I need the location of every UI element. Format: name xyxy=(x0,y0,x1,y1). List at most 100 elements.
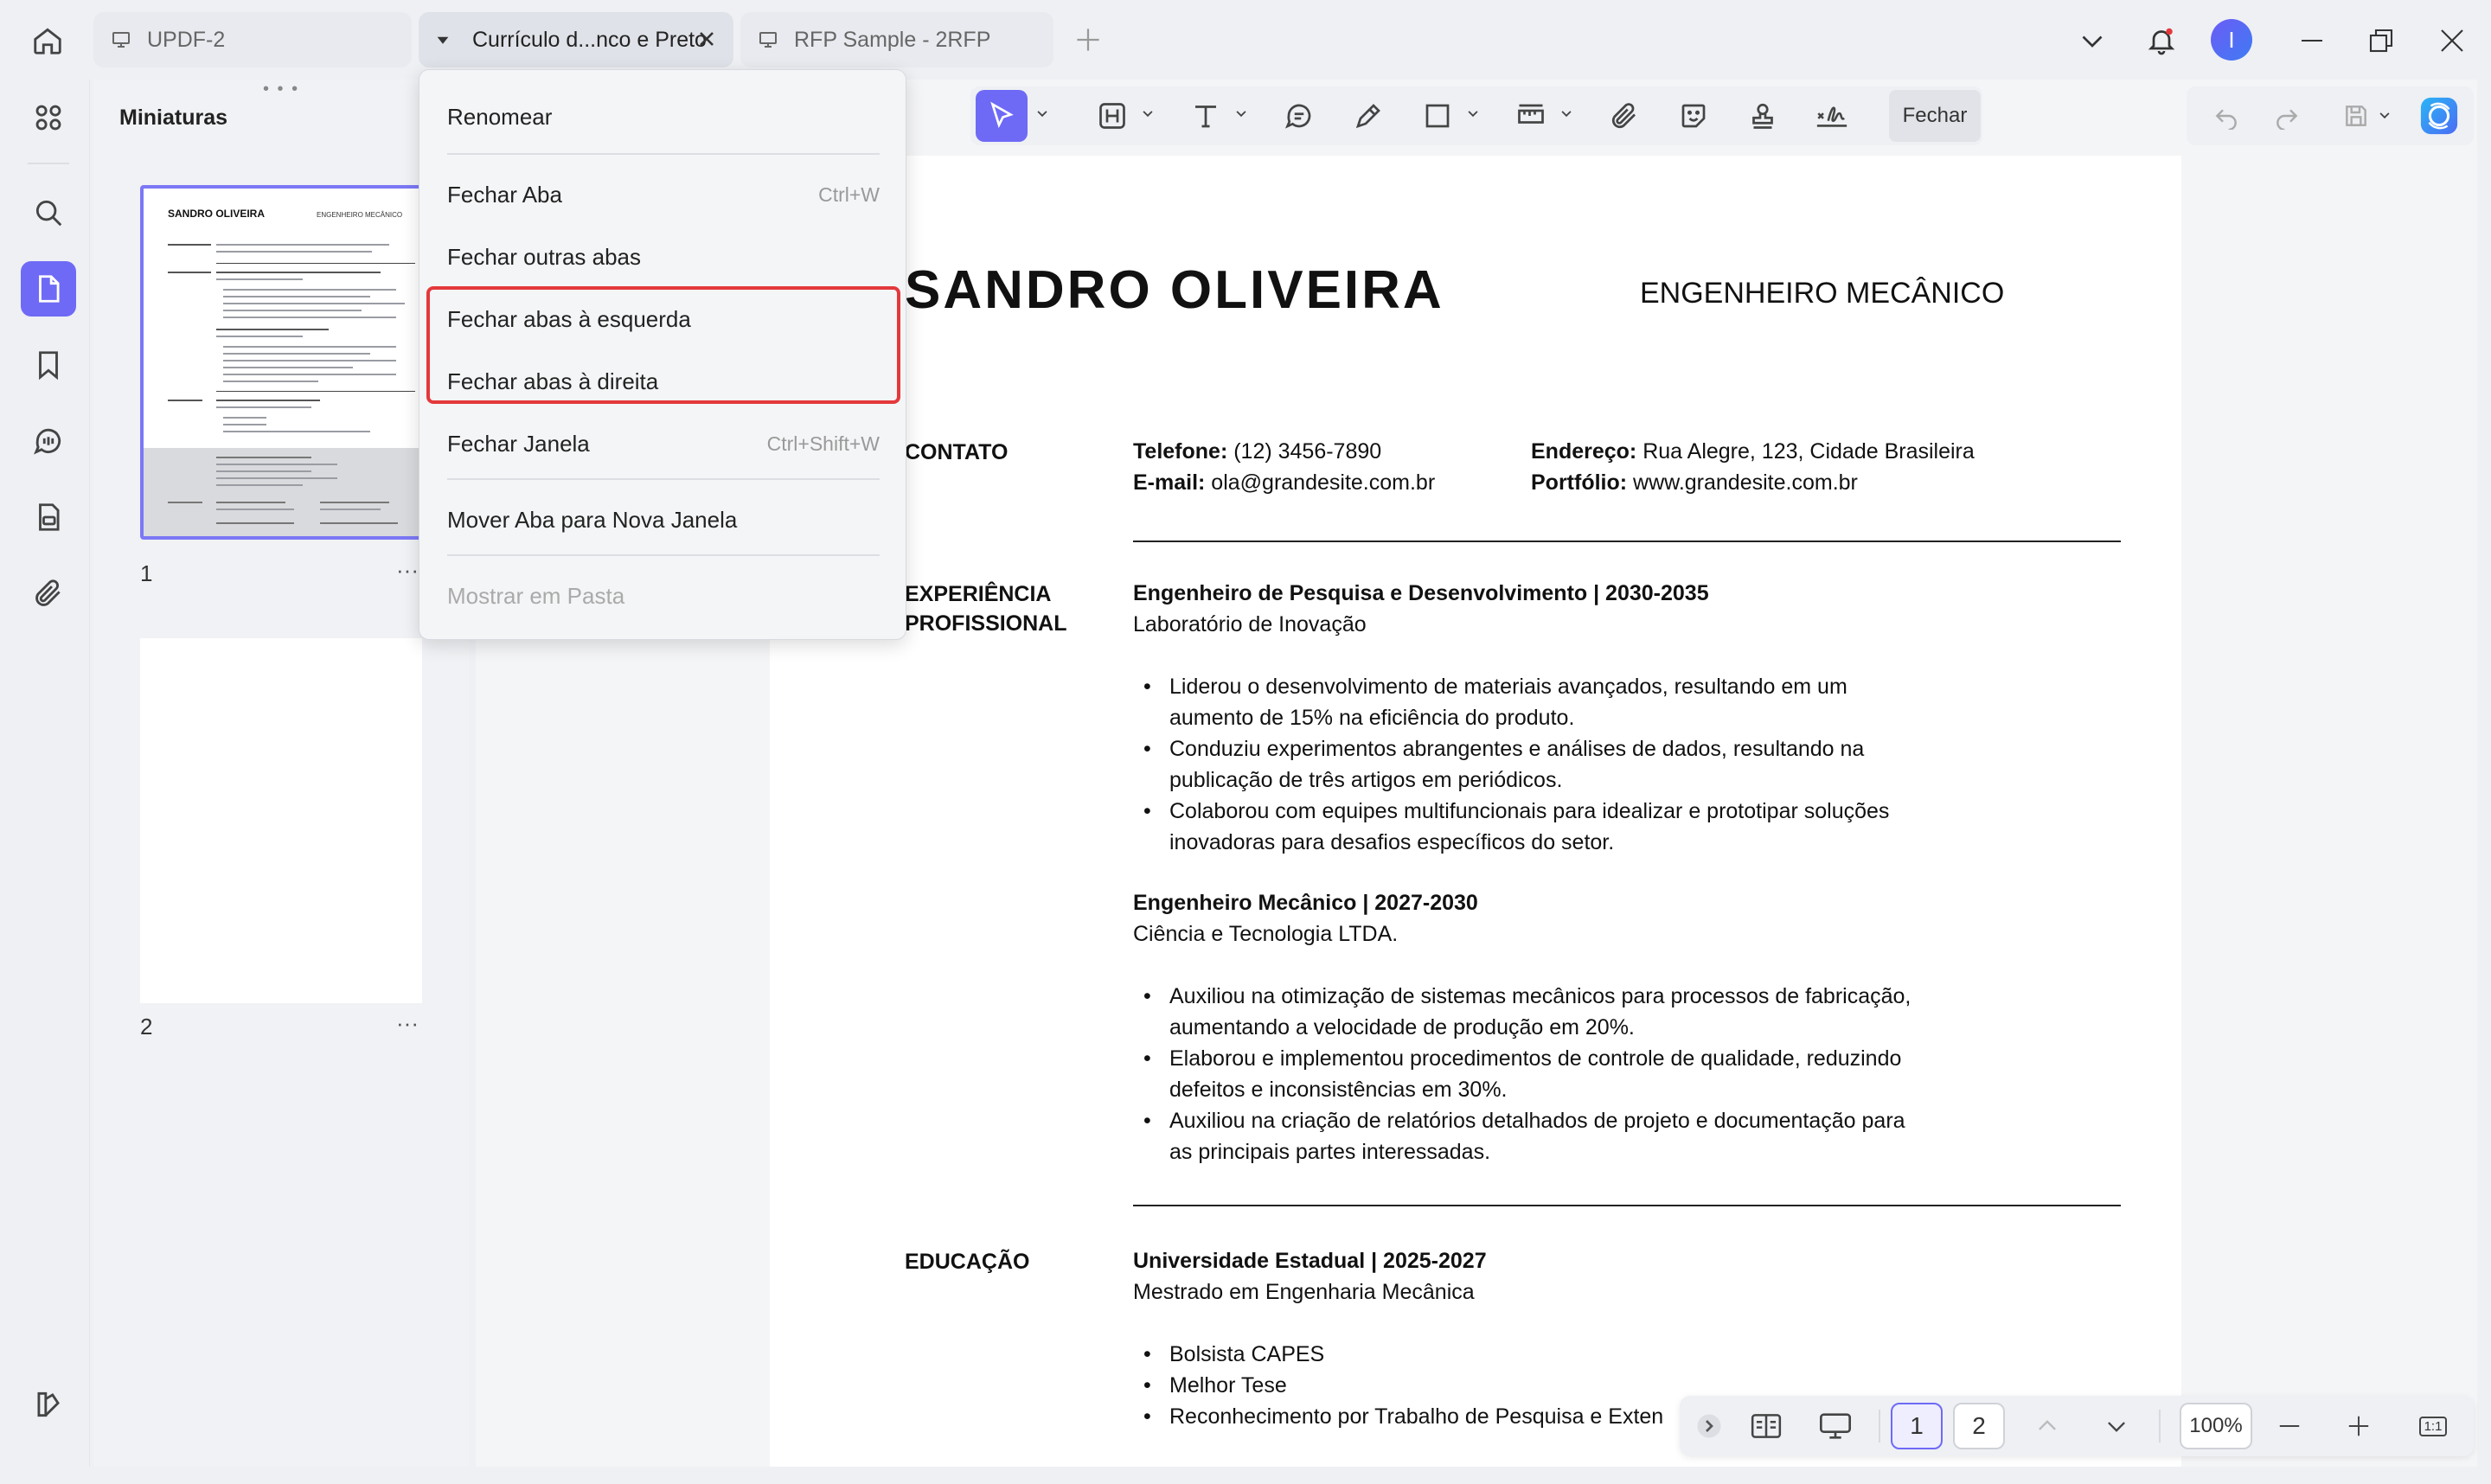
chevron-down-icon[interactable] xyxy=(1467,107,1479,119)
page-button-1[interactable]: 1 xyxy=(1891,1403,1943,1449)
ai-assistant-icon[interactable] xyxy=(2413,90,2465,142)
undo-icon[interactable] xyxy=(2200,90,2252,142)
job-company: Ciência e Tecnologia LTDA. xyxy=(1133,922,1399,946)
education-bullets: Bolsista CAPES Melhor Tese Reconheciment… xyxy=(1143,1339,1663,1432)
reading-mode-icon[interactable] xyxy=(1740,1403,1792,1449)
chevron-up-icon[interactable] xyxy=(2026,1403,2069,1449)
experience-heading-line2: PROFISSIONAL xyxy=(905,611,1067,636)
thumb-text-line xyxy=(168,400,202,401)
tab-rfp-sample[interactable]: RFP Sample - 2RFP xyxy=(740,12,1053,67)
stamp-icon[interactable] xyxy=(1737,90,1789,142)
page-thumbnail-1[interactable]: SANDRO OLIVEIRA ENGENHEIRO MECÂNICO xyxy=(140,185,422,540)
select-cursor-icon[interactable] xyxy=(976,90,1028,142)
thumb-text-line xyxy=(168,272,211,273)
zoom-out-icon[interactable] xyxy=(2268,1403,2311,1449)
rail-divider xyxy=(28,163,69,164)
zoom-in-icon[interactable] xyxy=(2337,1403,2380,1449)
page-thumbnail-2[interactable] xyxy=(140,638,422,1003)
page-button-2[interactable]: 2 xyxy=(1953,1403,2005,1449)
panel-drag-handle[interactable]: • • • xyxy=(263,80,299,99)
chevron-down-icon[interactable] xyxy=(1142,107,1154,119)
measure-ruler-icon[interactable] xyxy=(1505,90,1557,142)
tab-curriculo[interactable]: Currículo d...nco e Preto xyxy=(419,12,733,67)
thumb-text-line xyxy=(216,244,389,246)
form-fields-icon[interactable] xyxy=(21,489,76,545)
chevron-down-icon[interactable] xyxy=(2379,109,2391,121)
menu-item-close-other-tabs[interactable]: Fechar outras abas xyxy=(447,231,880,283)
menu-item-rename[interactable]: Renomear xyxy=(447,91,880,143)
chevron-down-icon[interactable] xyxy=(2071,19,2114,62)
portfolio-label: Portfólio: xyxy=(1531,470,1628,495)
page-options-icon[interactable]: ··· xyxy=(396,557,419,584)
restore-window-icon[interactable] xyxy=(2360,19,2403,62)
collapse-arrow-icon[interactable] xyxy=(1692,1403,1726,1449)
history-toolbar xyxy=(2187,86,2474,145)
thumb-text-line xyxy=(223,374,396,375)
redo-icon[interactable] xyxy=(2261,90,2313,142)
tab-label: RFP Sample - 2RFP xyxy=(794,27,991,52)
save-icon[interactable] xyxy=(2330,90,2382,142)
thumb-text-line xyxy=(216,477,337,479)
email-line: E-mail: ola@grandesite.com.br xyxy=(1133,467,1435,498)
menu-item-move-to-new-window[interactable]: Mover Aba para Nova Janela xyxy=(447,494,880,546)
chevron-down-icon[interactable] xyxy=(2095,1403,2138,1449)
job-bullets: Auxiliou na otimização de sistemas mecân… xyxy=(1143,981,1911,1167)
chevron-down-icon[interactable] xyxy=(1235,107,1247,119)
highlight-text-icon[interactable] xyxy=(1086,90,1138,142)
attachment-icon[interactable] xyxy=(21,566,76,621)
close-tab-icon[interactable] xyxy=(695,28,718,50)
caret-down-icon[interactable] xyxy=(436,28,460,52)
notification-bell-icon[interactable] xyxy=(2140,19,2183,62)
comments-icon[interactable] xyxy=(21,413,76,469)
tab-label: Currículo d...nco e Preto xyxy=(472,27,707,52)
signature-icon[interactable] xyxy=(1806,90,1858,142)
thumb-text-line xyxy=(216,251,372,253)
thumb-text-line xyxy=(223,296,370,297)
theme-palette-icon[interactable] xyxy=(21,1377,76,1432)
experience-heading-line1: EXPERIÊNCIA xyxy=(905,582,1052,606)
home-icon[interactable] xyxy=(26,19,69,62)
highlight-annotation-box xyxy=(426,286,900,404)
menu-divider xyxy=(447,153,880,155)
chevron-down-icon[interactable] xyxy=(1560,107,1572,119)
apps-grid-icon[interactable] xyxy=(21,90,76,145)
left-rail xyxy=(7,80,90,1467)
actual-size-button[interactable]: 1:1 xyxy=(2411,1403,2455,1449)
thumbnails-page-icon[interactable] xyxy=(21,261,76,317)
bookmark-icon[interactable] xyxy=(21,337,76,393)
page-number-label: 1 xyxy=(140,560,153,586)
menu-item-close-tab[interactable]: Fechar Aba Ctrl+W xyxy=(447,169,880,221)
thumb-text-line xyxy=(223,424,266,425)
comment-note-icon[interactable] xyxy=(1273,90,1325,142)
thumb-text-line xyxy=(223,431,370,432)
menu-item-close-window[interactable]: Fechar Janela Ctrl+Shift+W xyxy=(447,418,880,470)
close-window-icon[interactable] xyxy=(2430,19,2474,62)
tab-updf-2[interactable]: UPDF-2 xyxy=(93,12,412,67)
text-tool-icon[interactable] xyxy=(1180,90,1232,142)
sticker-icon[interactable] xyxy=(1668,90,1719,142)
minimize-icon[interactable] xyxy=(2290,19,2334,62)
thumb-text-line xyxy=(168,244,211,246)
page-options-icon[interactable]: ··· xyxy=(396,1010,419,1037)
search-icon[interactable] xyxy=(21,185,76,240)
new-tab-plus-icon[interactable] xyxy=(1073,24,1104,55)
thumb-text-line xyxy=(216,464,337,465)
rectangle-shape-icon[interactable] xyxy=(1412,90,1463,142)
pencil-draw-icon[interactable] xyxy=(1342,90,1394,142)
close-tools-button[interactable]: Fechar xyxy=(1889,90,1981,142)
attachment-icon[interactable] xyxy=(1598,90,1650,142)
thumb-text-line xyxy=(216,272,381,273)
bullet-item: Elaborou e implementou procedimentos de … xyxy=(1143,1043,1911,1074)
pager-divider xyxy=(2159,1410,2161,1442)
chevron-down-icon[interactable] xyxy=(1036,107,1048,119)
email-value: ola@grandesite.com.br xyxy=(1205,470,1436,495)
job-title: Engenheiro Mecânico | 2027-2030 xyxy=(1133,887,1478,918)
education-heading: EDUCAÇÃO xyxy=(905,1250,1030,1274)
address-label: Endereço: xyxy=(1531,439,1637,464)
presentation-icon[interactable] xyxy=(1809,1403,1861,1449)
user-avatar[interactable]: I xyxy=(2211,19,2252,61)
menu-item-label: Fechar Janela xyxy=(447,430,590,457)
zoom-level-field[interactable]: 100% xyxy=(2180,1403,2252,1449)
thumb-text-line xyxy=(320,509,381,510)
thumb-overlay xyxy=(144,448,419,536)
